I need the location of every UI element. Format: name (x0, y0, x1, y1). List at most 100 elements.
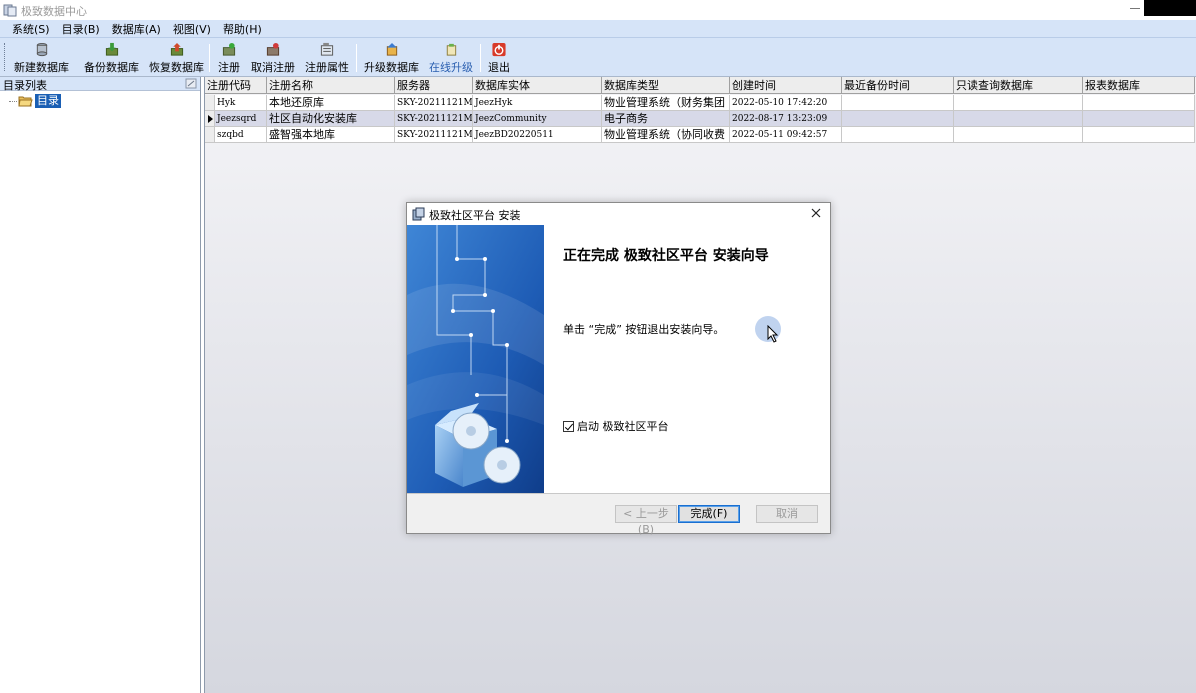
cell-readonly-db (954, 95, 1083, 111)
menu-system[interactable]: 系统(S) (10, 21, 52, 37)
new-database-label: 新建数据库 (14, 61, 69, 74)
setup-wizard-dialog: 极致社区平台 安装 正在完成 极致社区平台 安装向导 单击 “完成” 按钮退出安… (406, 202, 831, 536)
toolbar-separator (480, 44, 481, 72)
cell-server: SKY-20211121M (395, 95, 473, 111)
exit-label: 退出 (488, 61, 510, 74)
cell-reg-code: Jeezsqrd (215, 111, 267, 127)
cell-reg-code: szqbd (215, 127, 267, 143)
online-upgrade-icon (446, 43, 457, 56)
finish-button[interactable]: 完成(F) (678, 505, 740, 523)
cell-db-entity: JeezCommunity (473, 111, 602, 127)
cell-reg-name: 盛智强本地库 (267, 127, 395, 143)
grid-header: 注册代码 注册名称 服务器 数据库实体 数据库类型 创建时间 最近备份时间 只读… (205, 77, 1195, 94)
table-row-selected[interactable]: Jeezsqrd 社区自动化安装库 SKY-20211121M JeezComm… (205, 111, 1195, 127)
properties-icon (320, 42, 334, 56)
cell-reg-name: 社区自动化安装库 (267, 111, 395, 127)
wizard-banner-image (407, 225, 544, 493)
window-controls-overlay (1144, 0, 1196, 16)
cell-report-db (1083, 127, 1195, 143)
tree-node-label: 目录 (35, 94, 61, 108)
cell-server: SKY-20211121M (395, 111, 473, 127)
row-indicator (205, 95, 215, 110)
restore-icon (170, 42, 183, 56)
database-icon (36, 42, 47, 57)
pin-icon[interactable] (185, 78, 197, 89)
column-header-db-type[interactable]: 数据库类型 (602, 77, 730, 94)
cell-created: 2022-05-11 09:42:57 (730, 127, 842, 143)
cell-db-type: 物业管理系统（财务集团 (602, 95, 730, 111)
restore-database-label: 恢复数据库 (149, 61, 204, 74)
app-icon (3, 4, 17, 17)
column-header-created[interactable]: 创建时间 (730, 77, 842, 94)
column-header-db-entity[interactable]: 数据库实体 (473, 77, 602, 94)
register-properties-button[interactable]: 注册属性 (305, 40, 349, 75)
register-label: 注册 (218, 61, 240, 74)
column-header-server[interactable]: 服务器 (395, 77, 473, 94)
dialog-title: 极致社区平台 安装 (429, 209, 521, 222)
launch-checkbox-label: 启动 极致社区平台 (577, 420, 669, 433)
wizard-heading: 正在完成 极致社区平台 安装向导 (563, 248, 769, 264)
catalog-panel-header: 目录列表 (0, 77, 200, 92)
cell-readonly-db (954, 127, 1083, 143)
installer-icon (412, 207, 425, 221)
cell-db-type: 电子商务 (602, 111, 730, 127)
tree-connector (9, 101, 17, 102)
current-row-arrow-icon (208, 115, 213, 123)
online-upgrade-label: 在线升级 (429, 61, 473, 74)
menu-catalog[interactable]: 目录(B) (60, 21, 102, 37)
catalog-panel: 目录列表 目录 (0, 77, 201, 693)
folder-open-icon (18, 96, 33, 107)
unregister-label: 取消注册 (251, 61, 295, 74)
table-row[interactable]: Hyk 本地还原库 SKY-20211121M JeezHyk 物业管理系统（财… (205, 95, 1195, 111)
cell-reg-name: 本地还原库 (267, 95, 395, 111)
toolbar-grip[interactable] (4, 43, 7, 71)
dialog-titlebar: 极致社区平台 安装 (407, 203, 830, 225)
back-button[interactable]: < 上一步(B) (615, 505, 677, 536)
cell-readonly-db (954, 111, 1083, 127)
restore-database-button[interactable]: 恢复数据库 (149, 40, 204, 75)
power-icon (492, 42, 506, 57)
backup-database-label: 备份数据库 (84, 61, 139, 74)
register-properties-label: 注册属性 (305, 61, 349, 74)
checkbox-checked-icon[interactable] (563, 420, 574, 432)
menu-view[interactable]: 视图(V) (171, 21, 213, 37)
column-header-report-db[interactable]: 报表数据库 (1083, 77, 1195, 94)
cell-report-db (1083, 111, 1195, 127)
cell-db-entity: JeezHyk (473, 95, 602, 111)
unregister-button[interactable]: 取消注册 (251, 40, 295, 75)
column-header-reg-name[interactable]: 注册名称 (267, 77, 395, 94)
online-upgrade-button[interactable]: 在线升级 (429, 40, 473, 75)
cell-db-type: 物业管理系统（协同收费 (602, 127, 730, 143)
toolbar: 新建数据库 备份数据库 恢复数据库 注册 取消注册 注册属性 升级数据库 在线升… (0, 38, 1196, 77)
column-header-reg-code[interactable]: 注册代码 (205, 77, 267, 94)
cell-server: SKY-20211121M (395, 127, 473, 143)
unregister-icon (266, 42, 280, 56)
window-titlebar: 极致数据中心 (0, 0, 1196, 20)
upgrade-database-button[interactable]: 升级数据库 (364, 40, 419, 75)
menu-bar: 系统(S) 目录(B) 数据库(A) 视图(V) 帮助(H) (0, 20, 1196, 38)
tree-node-catalog[interactable]: 目录 (18, 94, 61, 108)
minimize-button[interactable] (1130, 8, 1140, 9)
menu-database[interactable]: 数据库(A) (110, 21, 163, 37)
register-button[interactable]: 注册 (218, 40, 240, 75)
backup-database-button[interactable]: 备份数据库 (84, 40, 139, 75)
backup-icon (105, 42, 118, 56)
toolbar-separator (356, 44, 357, 72)
cell-created: 2022-08-17 13:23:09 (730, 111, 842, 127)
menu-help[interactable]: 帮助(H) (221, 21, 264, 37)
launch-checkbox[interactable]: 启动 极致社区平台 (563, 418, 669, 434)
new-database-button[interactable]: 新建数据库 (14, 40, 69, 75)
cell-reg-code: Hyk (215, 95, 267, 111)
mouse-cursor-icon (767, 325, 779, 343)
upgrade-icon (386, 42, 397, 56)
cell-last-backup (842, 95, 954, 111)
cell-created: 2022-05-10 17:42:20 (730, 95, 842, 111)
cancel-button[interactable]: 取消 (756, 505, 818, 523)
column-header-last-backup[interactable]: 最近备份时间 (842, 77, 954, 94)
row-indicator-current (205, 111, 215, 126)
close-icon[interactable] (808, 205, 824, 221)
exit-button[interactable]: 退出 (488, 40, 510, 75)
cell-last-backup (842, 127, 954, 143)
column-header-readonly-db[interactable]: 只读查询数据库 (954, 77, 1083, 94)
table-row[interactable]: szqbd 盛智强本地库 SKY-20211121M JeezBD2022051… (205, 127, 1195, 143)
